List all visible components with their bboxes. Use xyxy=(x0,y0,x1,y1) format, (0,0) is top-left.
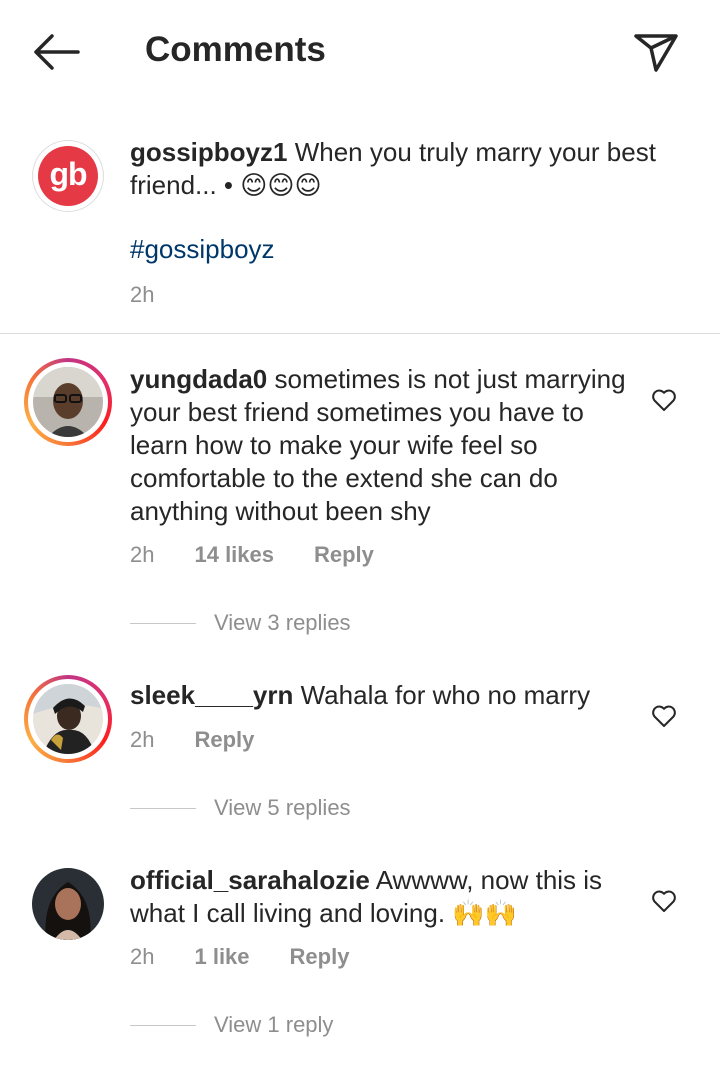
comment-meta: 2h 1 like Reply xyxy=(130,944,389,970)
divider xyxy=(130,623,196,624)
divider xyxy=(130,808,196,809)
comment-username[interactable]: yungdada0 xyxy=(130,364,267,394)
avatar-photo xyxy=(33,684,103,754)
paper-plane-icon[interactable] xyxy=(632,30,680,74)
gossipboyz-logo: gb xyxy=(38,146,98,206)
view-replies-label: View 3 replies xyxy=(214,610,351,635)
comment-timestamp: 2h xyxy=(130,727,155,752)
caption-text: gossipboyz1 When you truly marry your be… xyxy=(130,136,670,203)
comment-emojis: 🙌🙌 xyxy=(452,899,518,929)
divider xyxy=(0,333,720,334)
comment-timestamp: 2h xyxy=(130,944,155,969)
like-count[interactable]: 1 like xyxy=(194,944,249,970)
view-replies-label: View 5 replies xyxy=(214,795,351,820)
heart-icon[interactable] xyxy=(651,889,677,913)
comment-text: sleek____yrn Wahala for who no marry xyxy=(130,679,630,712)
reply-button[interactable]: Reply xyxy=(194,727,254,753)
commenter-avatar[interactable] xyxy=(24,675,112,763)
heart-icon[interactable] xyxy=(651,388,677,412)
divider xyxy=(130,1025,196,1026)
reply-button[interactable]: Reply xyxy=(290,944,350,970)
caption-timestamp: 2h xyxy=(130,282,155,307)
comment-username[interactable]: official_sarahalozie xyxy=(130,865,370,895)
caption-emojis: 😊😊😊 xyxy=(240,171,322,201)
heart-icon[interactable] xyxy=(651,704,677,728)
like-count[interactable]: 14 likes xyxy=(194,542,274,568)
comment-text: official_sarahalozie Awwww, now this is … xyxy=(130,864,630,931)
comment-username[interactable]: sleek____yrn xyxy=(130,680,293,710)
commenter-avatar[interactable] xyxy=(32,868,104,940)
comment-timestamp: 2h xyxy=(130,542,155,567)
caption-username[interactable]: gossipboyz1 xyxy=(130,137,287,167)
hashtag-link[interactable]: #gossipboyz xyxy=(130,234,275,265)
page-title: Comments xyxy=(145,30,326,69)
reply-button[interactable]: Reply xyxy=(314,542,374,568)
avatar-photo xyxy=(33,367,103,437)
comment-meta: 2h 14 likes Reply xyxy=(130,542,414,568)
comment-text: yungdada0 sometimes is not just marrying… xyxy=(130,363,630,528)
comment-meta: 2h Reply xyxy=(130,727,294,753)
arrow-left-icon[interactable] xyxy=(30,32,82,72)
view-replies-label: View 1 reply xyxy=(214,1012,334,1037)
top-bar: Comments xyxy=(0,0,720,104)
commenter-avatar[interactable] xyxy=(24,358,112,446)
comment-body: Wahala for who no marry xyxy=(300,680,591,710)
author-avatar[interactable]: gb xyxy=(32,140,104,212)
